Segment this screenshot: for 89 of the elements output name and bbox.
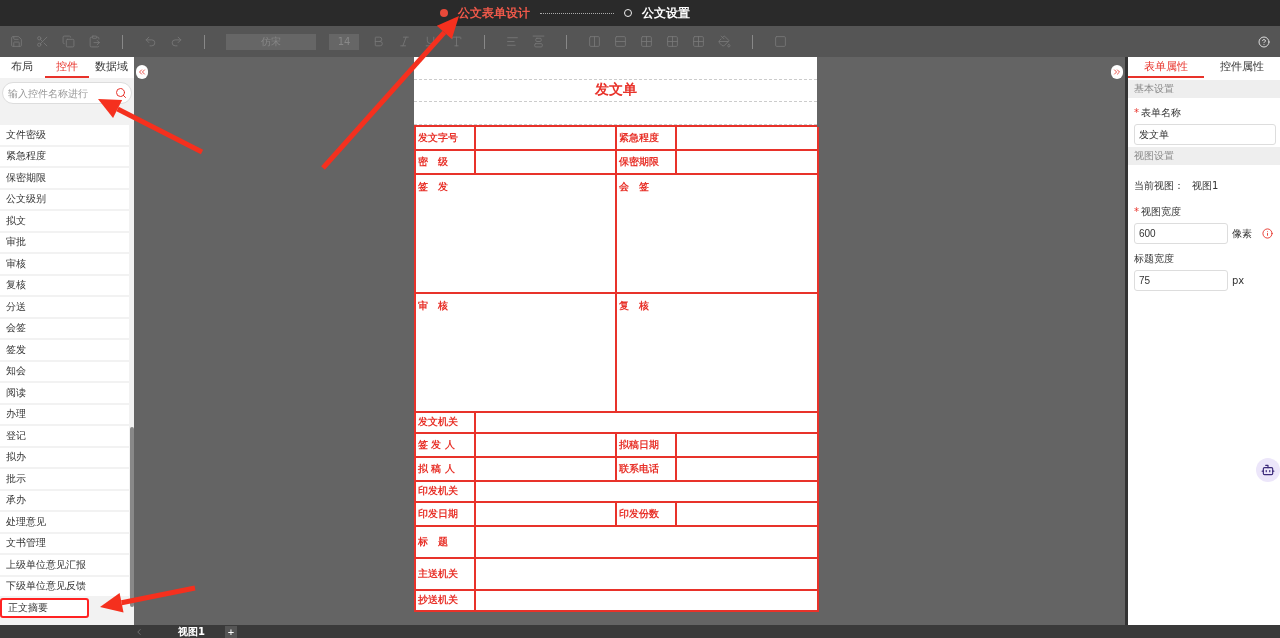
control-item[interactable]: 下级单位意见反馈: [0, 576, 129, 596]
unit-label: 像素: [1232, 226, 1252, 241]
form-label: 印发日期: [416, 503, 476, 527]
control-item[interactable]: 文件密级: [0, 125, 129, 145]
panel-tab[interactable]: 控件: [44, 57, 90, 78]
scroll-left-icon[interactable]: [134, 626, 144, 637]
control-item[interactable]: 拟文: [0, 211, 129, 231]
form-label: 紧急程度: [617, 127, 677, 151]
form-label: 发文机关: [416, 413, 476, 434]
field-label: 标题宽度: [1134, 252, 1175, 266]
control-item[interactable]: 知会: [0, 361, 129, 381]
input-field[interactable]: 600: [1134, 223, 1228, 244]
input-field[interactable]: 发文单: [1134, 124, 1276, 145]
field-label: * 表单名称: [1134, 106, 1182, 120]
control-item[interactable]: 签发: [0, 340, 129, 360]
form-label: 主送机关: [416, 559, 476, 591]
section-header: 基本设置: [1128, 80, 1280, 98]
control-item[interactable]: 批示: [0, 469, 129, 489]
form-label: 标 题: [416, 527, 476, 559]
step-label[interactable]: 公文表单设计: [458, 4, 530, 22]
control-item[interactable]: 上级单位意见汇报: [0, 555, 129, 575]
panel-tab[interactable]: 布局: [0, 57, 45, 78]
bold-icon[interactable]: [372, 35, 385, 48]
search-field[interactable]: 输入控件名称进行: [2, 82, 132, 104]
redo-icon[interactable]: [170, 35, 183, 48]
control-item[interactable]: 办理: [0, 404, 129, 424]
fill-icon[interactable]: [718, 35, 731, 48]
field-label: 当前视图：: [1134, 179, 1184, 193]
add-view-button[interactable]: +: [224, 625, 237, 638]
control-item[interactable]: 审核: [0, 254, 129, 274]
cut-icon[interactable]: [36, 35, 49, 48]
vertical-align-icon[interactable]: [532, 35, 545, 48]
input-field[interactable]: 75: [1134, 270, 1228, 291]
paste-icon[interactable]: [88, 35, 101, 48]
control-item[interactable]: 审批: [0, 232, 129, 252]
control-item[interactable]: 保密期限: [0, 168, 129, 188]
form-label: 拟稿日期: [617, 434, 677, 458]
control-item[interactable]: 正文摘要: [0, 598, 89, 618]
control-item[interactable]: 分送: [0, 297, 129, 317]
field-label: * 视图宽度: [1134, 205, 1182, 219]
control-item[interactable]: 公文级别: [0, 189, 129, 209]
form-label: 签 发 人: [416, 434, 476, 458]
expand-icon[interactable]: [1111, 65, 1123, 79]
font-color-icon[interactable]: [450, 35, 463, 48]
step-label[interactable]: 公文设置: [642, 4, 690, 22]
control-item[interactable]: 复核: [0, 275, 129, 295]
save-icon[interactable]: [10, 35, 23, 48]
panel-tab[interactable]: 控件属性: [1204, 57, 1280, 78]
form-title: 发文单: [594, 81, 637, 100]
undo-icon[interactable]: [144, 35, 157, 48]
control-item[interactable]: 处理意见: [0, 512, 129, 532]
control-item[interactable]: 拟办: [0, 447, 129, 467]
help-icon[interactable]: [1258, 35, 1270, 48]
panel-tab[interactable]: 数据域: [89, 57, 134, 78]
view-tab[interactable]: 视图1: [158, 625, 225, 638]
search-icon[interactable]: [115, 87, 127, 99]
unit-label: px: [1232, 275, 1245, 286]
form-label: 发文字号: [416, 127, 476, 151]
form-label: 审 核: [416, 294, 617, 413]
control-item[interactable]: 会签: [0, 318, 129, 338]
form-label: 联系电话: [617, 458, 677, 482]
form-label: 印发份数: [617, 503, 677, 527]
form-label: 复 核: [617, 294, 819, 413]
field-value: 视图1: [1192, 179, 1219, 193]
form-label: 会 签: [617, 175, 819, 294]
form-label: 密 级: [416, 151, 476, 175]
form-label: 印发机关: [416, 482, 476, 503]
collapse-icon[interactable]: [136, 65, 148, 79]
control-item[interactable]: 紧急程度: [0, 146, 129, 166]
grid-icon[interactable]: [692, 35, 705, 48]
form-label: 签 发: [416, 175, 617, 294]
italic-icon[interactable]: [398, 35, 411, 48]
copy-icon[interactable]: [62, 35, 75, 48]
assistant-icon[interactable]: [1256, 458, 1280, 482]
control-item[interactable]: 承办: [0, 490, 129, 510]
merge-cells-icon[interactable]: [588, 35, 601, 48]
form-label: 拟 稿 人: [416, 458, 476, 482]
control-item[interactable]: 文书管理: [0, 533, 129, 553]
panel-tab[interactable]: 表单属性: [1128, 57, 1204, 78]
split-cells-icon[interactable]: [614, 35, 627, 48]
control-item[interactable]: 登记: [0, 426, 129, 446]
underline-icon[interactable]: [424, 35, 437, 48]
form-label: 保密期限: [617, 151, 677, 175]
section-header: 视图设置: [1128, 147, 1280, 165]
control-item[interactable]: 阅读: [0, 383, 129, 403]
form-label: 抄送机关: [416, 591, 476, 612]
align-icon[interactable]: [506, 35, 519, 48]
table-icon[interactable]: [640, 35, 653, 48]
frame-icon[interactable]: [774, 35, 787, 48]
